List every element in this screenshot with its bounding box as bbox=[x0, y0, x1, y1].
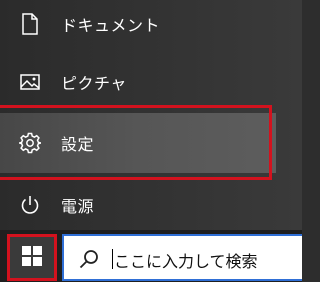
power-icon bbox=[19, 194, 41, 216]
menu-item-pictures-label: ピクチャ bbox=[61, 74, 127, 93]
text-caret bbox=[112, 249, 113, 269]
menu-item-power[interactable]: 電源 bbox=[0, 175, 276, 235]
search-box[interactable]: ここに入力して検索 bbox=[62, 234, 302, 281]
gear-icon bbox=[19, 132, 41, 154]
menu-item-settings-label: 設定 bbox=[61, 135, 95, 154]
menu-item-settings[interactable]: 設定 bbox=[0, 113, 276, 173]
menu-item-documents-label: ドキュメント bbox=[61, 16, 161, 35]
menu-item-power-label: 電源 bbox=[61, 197, 95, 216]
windows-logo-icon bbox=[22, 245, 42, 270]
search-placeholder: ここに入力して検索 bbox=[114, 252, 258, 271]
pictures-icon bbox=[19, 71, 41, 93]
start-menu: ドキュメント ピクチャ 設定 電源 bbox=[0, 0, 302, 230]
menu-item-pictures[interactable]: ピクチャ bbox=[0, 52, 276, 112]
search-icon bbox=[78, 248, 100, 270]
document-icon bbox=[19, 13, 41, 35]
menu-item-documents[interactable]: ドキュメント bbox=[0, 0, 276, 54]
taskbar: ここに入力して検索 bbox=[0, 230, 302, 282]
start-button[interactable] bbox=[7, 234, 57, 281]
